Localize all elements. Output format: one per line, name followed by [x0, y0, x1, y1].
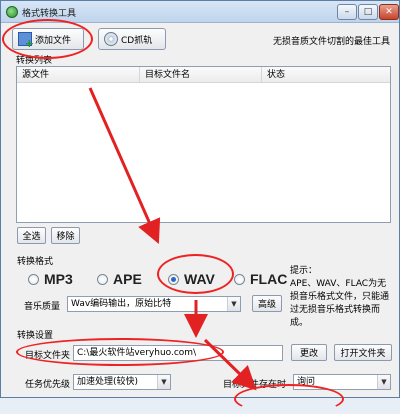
format-label-flac: FLAC: [250, 271, 288, 287]
column-header-source[interactable]: 源文件: [17, 67, 140, 83]
hint-text: APE、WAV、FLAC为无损音乐格式文件，只能通过无损音乐格式转换而成。: [290, 279, 390, 328]
add-file-label: 添加文件: [35, 35, 72, 46]
chevron-down-icon: ▼: [227, 297, 240, 311]
open-folder-button[interactable]: 打开文件夹: [334, 344, 392, 361]
format-option-ape[interactable]: APE: [97, 269, 142, 289]
priority-label: 任务优先级: [25, 380, 71, 390]
app-window: 格式转换工具 – □ ✕ 添加文件 CD抓轨 无损音质文件切割的最佳工具 转换列…: [0, 0, 400, 398]
maximize-button[interactable]: □: [358, 4, 378, 20]
format-section-title: 转换格式: [17, 257, 54, 267]
radio-ape[interactable]: [97, 273, 108, 285]
column-header-target[interactable]: 目标文件名: [140, 67, 262, 83]
hint-title: 提示：: [290, 266, 318, 276]
priority-value: 加速处理(较快): [77, 377, 139, 387]
radio-flac[interactable]: [234, 273, 245, 285]
column-header-status[interactable]: 状态: [262, 67, 352, 83]
exists-label: 目标文件存在时: [223, 380, 287, 390]
app-icon: [6, 6, 18, 18]
tagline: 无损音质文件切割的最佳工具: [273, 37, 391, 47]
close-button[interactable]: ✕: [379, 4, 399, 20]
target-folder-input[interactable]: C:\最火软件站veryhuo.com\: [73, 345, 283, 361]
exists-value: 询问: [297, 377, 316, 387]
format-option-flac[interactable]: FLAC: [234, 269, 287, 289]
chevron-down-icon: ▼: [377, 375, 390, 389]
conversion-list[interactable]: 源文件 目标文件名 状态: [16, 66, 391, 223]
radio-mp3[interactable]: [28, 273, 39, 285]
format-label-wav: WAV: [184, 271, 215, 287]
remove-button[interactable]: 移除: [51, 227, 80, 244]
add-file-icon: [18, 32, 34, 50]
list-header: 源文件 目标文件名 状态: [17, 67, 390, 83]
conversion-list-title: 转换列表: [16, 56, 53, 66]
priority-dropdown[interactable]: 加速处理(较快) ▼: [73, 374, 171, 390]
radio-wav[interactable]: [168, 273, 179, 285]
format-label-mp3: MP3: [44, 271, 73, 287]
change-folder-button[interactable]: 更改: [291, 344, 327, 361]
quality-value: Wav编码输出，原始比特: [71, 299, 172, 309]
advanced-button[interactable]: 高级: [252, 295, 282, 312]
format-option-wav[interactable]: WAV: [168, 269, 215, 289]
chevron-down-icon: ▼: [157, 375, 170, 389]
exists-dropdown[interactable]: 询问 ▼: [293, 374, 391, 390]
target-folder-label: 目标文件夹: [25, 351, 71, 361]
format-hint: 提示： APE、WAV、FLAC为无损音乐格式文件，只能通过无损音乐格式转换而成…: [290, 265, 395, 330]
quality-dropdown[interactable]: Wav编码输出，原始比特 ▼: [67, 296, 241, 312]
cd-icon: [104, 32, 118, 46]
add-file-button[interactable]: 添加文件: [12, 28, 84, 50]
minimize-button[interactable]: –: [337, 4, 357, 20]
format-label-ape: APE: [113, 271, 142, 287]
format-option-mp3[interactable]: MP3: [28, 269, 73, 289]
select-all-button[interactable]: 全选: [17, 227, 46, 244]
convert-settings-title: 转换设置: [17, 331, 54, 341]
window-title: 格式转换工具: [22, 9, 77, 19]
title-bar: 格式转换工具 – □ ✕: [1, 1, 399, 23]
cd-rip-label: CD抓轨: [121, 35, 153, 46]
quality-label: 音乐质量: [24, 302, 61, 312]
cd-rip-button[interactable]: CD抓轨: [98, 28, 166, 50]
